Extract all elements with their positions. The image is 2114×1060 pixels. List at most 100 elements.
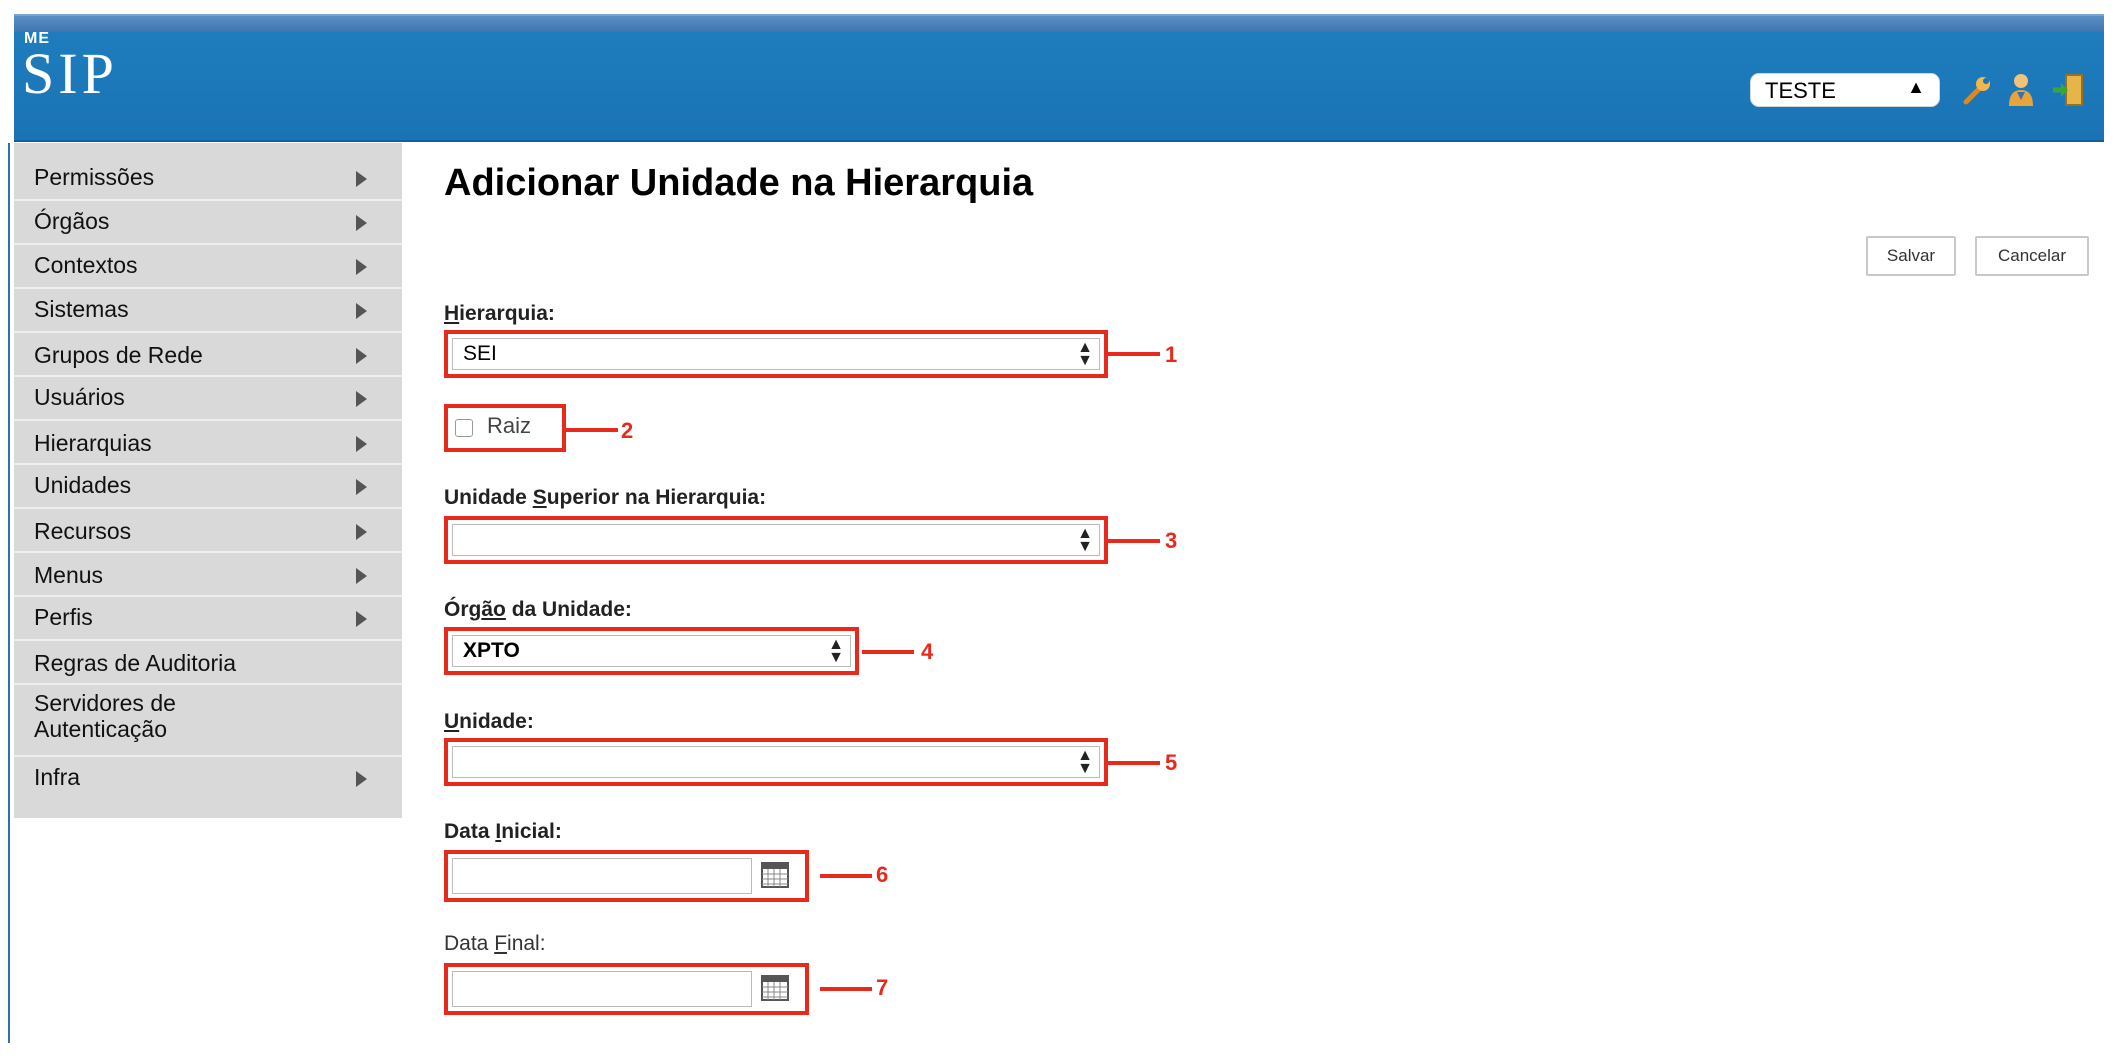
label-accesskey-2: o <box>493 598 506 621</box>
sidebar-item-label: Menus <box>34 562 104 588</box>
sidebar-item-menus[interactable]: Menus <box>14 553 402 597</box>
callout-number: 7 <box>876 975 889 1000</box>
sidebar-item-label-line2: Autenticação <box>34 716 167 742</box>
wrench-icon[interactable] <box>1958 70 1994 110</box>
select-arrows-icon: ▲ ▼ <box>1077 747 1093 777</box>
data-inicial-input[interactable] <box>452 858 752 894</box>
callout-line <box>820 987 872 991</box>
hierarquia-label: Hierarquia: <box>444 302 555 326</box>
sidebar-item-servidores-de-autenticacao[interactable]: Servidores de Autenticação <box>14 685 402 757</box>
select-arrows-icon: ▲ ▼ <box>828 636 844 666</box>
user-icon[interactable] <box>2003 70 2039 110</box>
save-button[interactable]: Salvar <box>1866 236 1956 276</box>
raiz-label: Raiz <box>487 413 532 438</box>
label-text: da Unidade: <box>505 598 632 621</box>
callout-line <box>566 428 618 432</box>
cancel-button[interactable]: Cancelar <box>1975 236 2089 276</box>
sidebar-item-infra[interactable]: Infra <box>14 757 402 801</box>
sidebar-item-sistemas[interactable]: Sistemas <box>14 289 402 333</box>
sidebar-item-label: Infra <box>34 764 81 790</box>
callout-number: 2 <box>621 418 634 443</box>
unidade-label: Unidade: <box>444 710 534 734</box>
label-text: Unidade <box>444 486 533 509</box>
select-box: XPTO ▲ ▼ <box>452 635 851 667</box>
sidebar-item-label: Regras de Auditoria <box>34 650 237 676</box>
sidebar-item-contextos[interactable]: Contextos <box>14 245 402 289</box>
label-text: ierarquia: <box>459 302 555 325</box>
label-text: nicial: <box>501 820 562 843</box>
orgao-value: XPTO <box>463 639 520 662</box>
chevron-right-icon <box>356 215 367 231</box>
chevron-right-icon <box>356 611 367 627</box>
hierarquia-value: SEI <box>463 342 497 365</box>
chevron-right-icon <box>356 348 367 364</box>
sidebar-item-recursos[interactable]: Recursos <box>14 509 402 553</box>
label-text: Data <box>444 820 496 843</box>
sidebar-item-label: Recursos <box>34 518 132 544</box>
sidebar-item-permissoes[interactable]: Permissões <box>14 157 402 201</box>
select-box: ▲ ▼ <box>452 746 1100 778</box>
sidebar-item-hierarquias[interactable]: Hierarquias <box>14 421 402 465</box>
callout-line <box>1108 761 1160 765</box>
unidade-select[interactable]: ▲ ▼ <box>444 738 1108 786</box>
sidebar-item-usuarios[interactable]: Usuários <box>14 377 402 421</box>
orgao-label: Órgão da Unidade: <box>444 598 632 622</box>
sidebar-item-label: Órgãos <box>34 208 110 234</box>
context-select-value: TESTE <box>1765 78 1836 103</box>
exit-icon[interactable] <box>2050 70 2086 110</box>
data-inicial-group <box>444 850 809 902</box>
chevron-right-icon <box>356 259 367 275</box>
chevron-right-icon <box>356 303 367 319</box>
sidebar-item-label: Servidores de <box>34 690 176 716</box>
calendar-icon[interactable] <box>760 860 790 890</box>
callout-line <box>820 874 872 878</box>
data-final-input[interactable] <box>452 971 752 1007</box>
callout-line <box>1108 539 1160 543</box>
calendar-icon[interactable] <box>760 973 790 1003</box>
data-inicial-label: Data Inicial: <box>444 820 562 844</box>
callout-number: 1 <box>1165 342 1178 367</box>
label-accesskey: F <box>494 932 508 955</box>
label-text: inal: <box>507 932 546 955</box>
page-title: Adicionar Unidade na Hierarquia <box>444 162 1034 204</box>
callout-number: 4 <box>921 639 934 664</box>
label-accesskey: U <box>444 710 460 733</box>
unidade-superior-label: Unidade Superior na Hierarquia: <box>444 486 766 510</box>
callout-line <box>862 650 914 654</box>
left-border <box>8 143 10 1043</box>
select-arrows-icon: ▲ ▼ <box>1077 525 1093 555</box>
context-select[interactable]: TESTE ▲︎ <box>1750 73 1940 107</box>
app-logo[interactable]: SIP <box>22 40 118 107</box>
callout-number: 6 <box>876 862 889 887</box>
select-box: ▲ ▼ <box>452 524 1100 556</box>
chevron-right-icon <box>356 568 367 584</box>
sidebar-item-unidades[interactable]: Unidades <box>14 465 402 509</box>
orgao-select[interactable]: XPTO ▲ ▼ <box>444 627 859 675</box>
raiz-checkbox[interactable] <box>455 419 473 437</box>
label-text: Órg <box>444 598 482 621</box>
sidebar-item-orgaos[interactable]: Órgãos <box>14 201 402 245</box>
label-text: Data <box>444 932 495 955</box>
sidebar-item-label: Grupos de Rede <box>34 342 203 368</box>
callout-number: 5 <box>1165 750 1178 775</box>
sidebar-item-grupos-de-rede[interactable]: Grupos de Rede <box>14 333 402 377</box>
unidade-superior-select[interactable]: ▲ ▼ <box>444 516 1108 564</box>
chevron-right-icon <box>356 391 367 407</box>
hierarquia-select[interactable]: SEI ▲ ▼ <box>444 330 1108 378</box>
data-final-group <box>444 963 809 1015</box>
chevron-right-icon <box>356 479 367 495</box>
sidebar-item-label: Unidades <box>34 472 132 498</box>
chevron-right-icon <box>356 524 367 540</box>
label-accesskey: ã <box>481 598 494 621</box>
sidebar-item-label: Contextos <box>34 252 138 278</box>
sidebar-menu: Permissões Órgãos Contextos Sistemas Gru… <box>14 143 402 818</box>
sidebar-item-perfis[interactable]: Perfis <box>14 597 402 641</box>
label-text: uperior na Hierarquia: <box>546 486 767 509</box>
select-arrows-icon: ▲︎ <box>1907 77 1925 97</box>
label-accesskey: S <box>532 486 547 509</box>
sidebar-item-regras-de-auditoria[interactable]: Regras de Auditoria <box>14 641 402 685</box>
chevron-right-icon <box>356 171 367 187</box>
chevron-right-icon <box>356 436 367 452</box>
select-box: SEI ▲ ▼ <box>452 338 1100 370</box>
top-strip <box>14 14 2104 32</box>
